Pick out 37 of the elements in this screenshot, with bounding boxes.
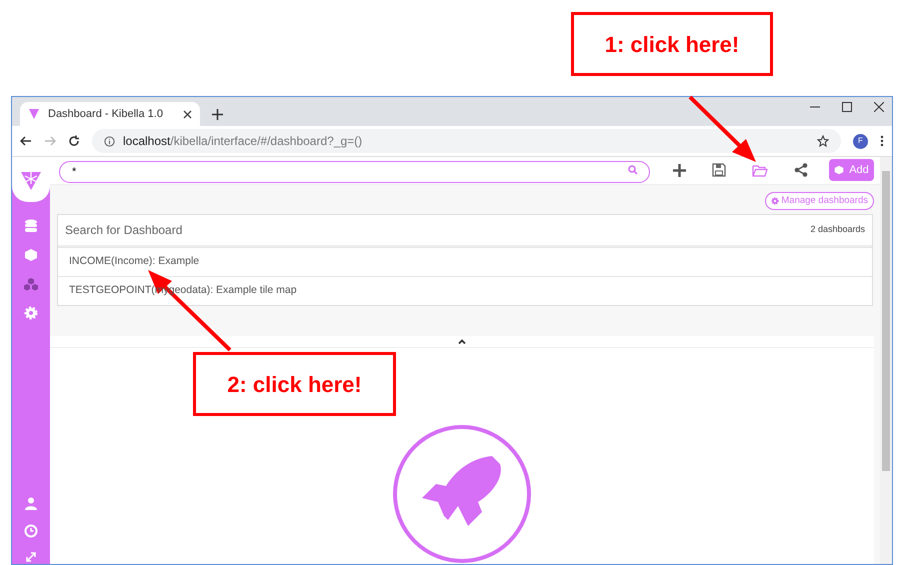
dashboard-count: 2 dashboards	[810, 222, 865, 236]
plus-icon[interactable]	[673, 164, 686, 177]
folder-icon[interactable]	[752, 164, 768, 177]
new-tab-icon[interactable]	[212, 109, 223, 120]
search-icon[interactable]	[628, 165, 638, 176]
share-icon[interactable]	[794, 163, 808, 178]
reload-icon[interactable]	[68, 135, 80, 147]
dashboard-search-field[interactable]: Search for Dashboard	[65, 220, 810, 239]
scrollbar[interactable]	[880, 157, 892, 564]
back-icon[interactable]	[20, 135, 32, 147]
save-icon[interactable]	[712, 163, 726, 178]
cube-icon[interactable]	[24, 248, 38, 262]
database-icon[interactable]	[24, 219, 38, 233]
callout: 1: click here!	[571, 12, 773, 76]
tab-title: Dashboard - Kibella 1.0	[48, 106, 164, 122]
user-icon[interactable]	[25, 497, 37, 510]
close-icon[interactable]	[874, 102, 884, 112]
url-text: localhost/kibella/interface/#/dashboard?_g=()	[123, 133, 364, 150]
close-icon[interactable]	[183, 110, 192, 118]
profile-avatar[interactable]: F	[853, 134, 868, 148]
arrow	[688, 96, 756, 162]
address-bar[interactable]: localhost/kibella/interface/#/dashboard?_g=()	[92, 129, 841, 153]
clock-icon[interactable]	[24, 524, 38, 538]
expand-icon[interactable]	[26, 552, 36, 562]
more-icon[interactable]	[880, 135, 884, 147]
logo-icon	[28, 108, 40, 120]
star-icon[interactable]	[817, 135, 829, 147]
settings-icon	[771, 196, 780, 205]
search-field[interactable]: *	[59, 161, 650, 184]
maximize-icon[interactable]	[842, 102, 852, 112]
info-icon	[104, 136, 115, 146]
collapse-icon[interactable]	[458, 338, 466, 344]
browser-tab[interactable]: Dashboard - Kibella 1.0	[20, 102, 200, 126]
dashboard-link[interactable]: INCOME(Income): Example	[69, 254, 200, 270]
cube-icon	[834, 165, 844, 176]
settings-icon[interactable]	[24, 306, 38, 320]
callout: 2: click here!	[193, 352, 396, 416]
